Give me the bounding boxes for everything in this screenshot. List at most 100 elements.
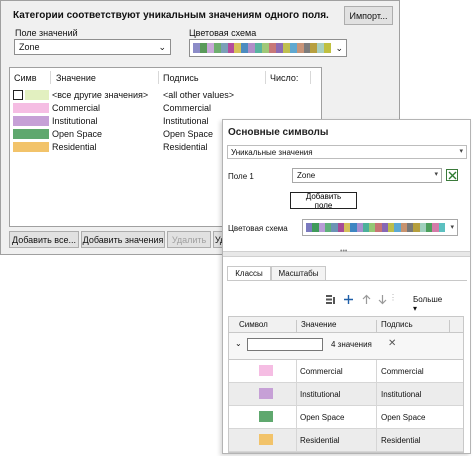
color-ramp-preview	[193, 43, 332, 53]
column-divider	[376, 406, 377, 428]
column-divider	[265, 71, 266, 84]
grid-header: Символ Значение Подпись	[229, 317, 463, 335]
move-up-icon[interactable]	[361, 294, 372, 305]
column-divider	[158, 71, 159, 84]
column-header-value[interactable]: Значение	[301, 320, 336, 329]
column-header-label[interactable]: Подпись	[381, 320, 413, 329]
list-item[interactable]: Commercial Commercial	[10, 102, 321, 114]
table-row[interactable]: Commercial Commercial	[229, 360, 463, 383]
field1-label: Поле 1	[228, 172, 254, 181]
manage-values-icon[interactable]	[325, 294, 336, 305]
symbol-swatch[interactable]	[259, 411, 273, 422]
add-field-button[interactable]: Добавить поле	[290, 192, 357, 210]
row-value: <все другие значения>	[52, 90, 149, 100]
row-label: Institutional	[381, 390, 422, 399]
move-down-icon[interactable]	[377, 294, 388, 305]
value-field-label: Поле значений	[15, 28, 78, 38]
symbol-swatch[interactable]	[13, 129, 49, 139]
import-button[interactable]: Импорт...	[344, 6, 393, 25]
symbol-swatch[interactable]	[259, 434, 273, 445]
symbol-swatch[interactable]	[259, 365, 273, 376]
row-label: Residential	[163, 142, 208, 152]
symbol-swatch[interactable]	[13, 103, 49, 113]
field1-value: Zone	[297, 171, 316, 180]
symbol-swatch[interactable]	[13, 142, 49, 152]
symbol-swatch[interactable]	[13, 90, 49, 100]
symbology-pane: Основные символы Уникальные значения ▾ П…	[222, 119, 471, 454]
field1-dropdown[interactable]: Zone ▾	[292, 168, 442, 183]
column-divider	[310, 71, 311, 84]
ramp-color-block	[303, 43, 311, 53]
row-value: Commercial	[52, 103, 101, 113]
dropdown-arrow-icon: ▾	[413, 304, 418, 313]
add-all-values-button[interactable]: Добавить все...	[9, 231, 79, 248]
row-value: Residential	[52, 142, 97, 152]
more-label: Больше	[413, 295, 443, 304]
column-header-value[interactable]: Значение	[56, 73, 96, 83]
row-value: Residential	[300, 436, 340, 445]
ramp-color-block	[310, 43, 318, 53]
dropdown-arrow-icon: ▾	[434, 171, 438, 178]
ramp-color-block	[206, 43, 214, 53]
tab-classes[interactable]: Классы	[227, 266, 271, 281]
ramp-color-block	[255, 43, 263, 53]
row-label: Commercial	[381, 367, 424, 376]
dropdown-arrow-icon: ▾	[459, 148, 463, 155]
chevron-down-icon: ⌄	[335, 43, 343, 53]
symbol-swatch[interactable]	[259, 388, 273, 399]
column-divider	[296, 429, 297, 451]
color-scheme-select[interactable]: ⌄	[189, 39, 347, 57]
column-divider	[296, 383, 297, 405]
row-value: Institutional	[300, 390, 341, 399]
list-item-other-values[interactable]: <все другие значения> <all other values>	[10, 89, 321, 101]
row-label: Open Space	[163, 129, 214, 139]
dropdown-arrow-icon: ▾	[450, 224, 454, 231]
ramp-color-block	[248, 43, 256, 53]
ramp-color-block	[213, 43, 221, 53]
value-group-row: ⌄ 4 значения ✕	[229, 333, 463, 360]
symbology-method-value: Уникальные значения	[231, 147, 313, 157]
column-divider	[296, 360, 297, 382]
tab-scales[interactable]: Масштабы	[271, 266, 326, 281]
row-label: Commercial	[163, 103, 212, 113]
ramp-color-block	[241, 43, 249, 53]
table-row[interactable]: Residential Residential	[229, 429, 463, 452]
classes-grid[interactable]: Символ Значение Подпись ⌄ 4 значения ✕ C…	[228, 316, 464, 453]
value-field-value: Zone	[19, 42, 40, 52]
ramp-color-block	[220, 43, 228, 53]
color-scheme-label: Цветовая схема	[189, 28, 257, 38]
collapse-chevron-icon[interactable]: ⌄	[235, 339, 242, 348]
column-header-symbol[interactable]: Символ	[239, 320, 268, 329]
color-scheme-label: Цветовая схема	[228, 224, 288, 233]
fill-swatch	[25, 90, 49, 100]
ramp-color-block	[275, 43, 283, 53]
grip-icon: •••	[340, 248, 348, 255]
classes-tab-content: ⋮ Больше ▾ Символ Значение Подпись ⌄ 4 з…	[227, 280, 467, 453]
ramp-color-block	[438, 223, 445, 232]
ramp-color-block	[262, 43, 269, 53]
row-value: Institutional	[52, 116, 98, 126]
ramp-color-block	[296, 43, 304, 53]
field-expression-button[interactable]	[446, 169, 458, 181]
column-header-count[interactable]: Число:	[270, 73, 298, 83]
add-icon[interactable]	[343, 294, 354, 305]
column-divider	[376, 383, 377, 405]
pane-splitter[interactable]: •••	[223, 248, 470, 257]
color-scheme-dropdown[interactable]: ▾	[302, 219, 458, 236]
table-row[interactable]: Institutional Institutional	[229, 383, 463, 406]
column-header-label[interactable]: Подпись	[163, 73, 199, 83]
symbol-swatch[interactable]	[13, 116, 49, 126]
ramp-color-block	[324, 43, 332, 53]
table-row[interactable]: Open Space Open Space	[229, 406, 463, 429]
column-divider	[376, 429, 377, 451]
remove-group-icon[interactable]: ✕	[388, 338, 396, 349]
delete-button[interactable]: Удалить	[167, 231, 211, 248]
add-values-button[interactable]: Добавить значения	[81, 231, 165, 248]
symbology-method-dropdown[interactable]: Уникальные значения ▾	[227, 145, 467, 159]
row-label: <all other values>	[163, 90, 235, 100]
column-header-symbol[interactable]: Симв	[14, 73, 37, 83]
more-menu[interactable]: Больше ▾	[413, 295, 442, 313]
sort-icon[interactable]: ⋮	[389, 293, 397, 302]
group-heading-input[interactable]	[247, 338, 323, 351]
value-field-select[interactable]: Zone ⌄	[14, 39, 171, 55]
